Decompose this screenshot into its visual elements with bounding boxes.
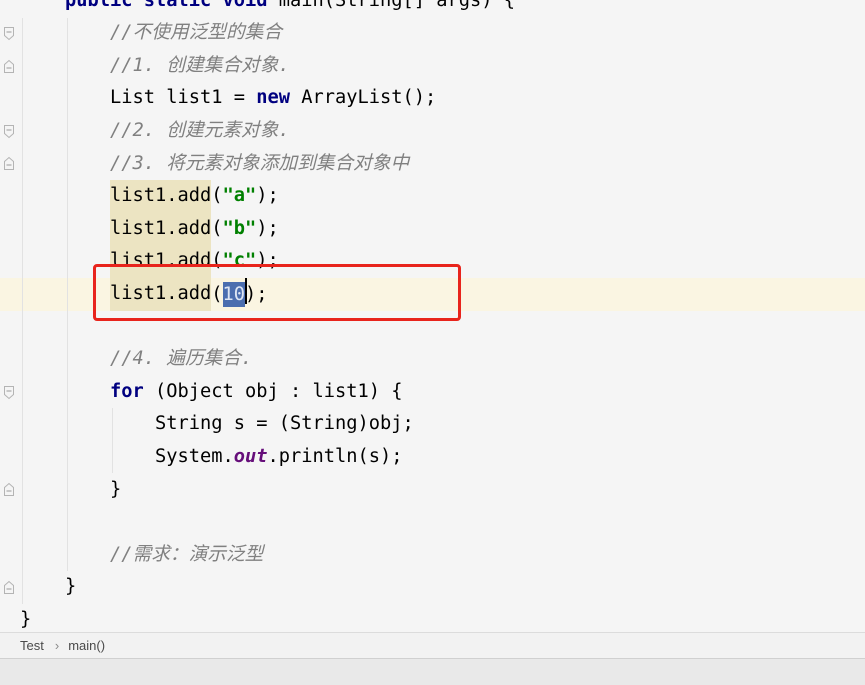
code-keyword: for [110,380,144,402]
fold-start-icon[interactable] [3,124,15,139]
code-text: System. [155,445,234,467]
fold-end-icon[interactable] [3,156,15,171]
code-line[interactable]: //4. 遍历集合. [20,343,865,376]
code-comment: //4. 遍历集合. [110,348,253,370]
code-static-field: out [233,445,268,467]
code-line[interactable]: List list1 = new ArrayList(); [20,82,865,115]
fold-start-icon[interactable] [3,26,15,41]
code-text: ArrayList(); [290,87,437,109]
status-bar [0,658,865,685]
usage-highlight: list1.add [110,212,212,246]
code-keyword: new [256,87,291,109]
code-line[interactable]: String s = (String)obj; [20,408,865,441]
code-line[interactable]: //3. 将元素对象添加到集合对象中 [20,148,865,181]
code-text: } [110,478,122,500]
fold-end-icon[interactable] [3,580,15,595]
code-line[interactable]: for (Object obj : list1) { [20,376,865,409]
code-text: String s = (String)obj; [155,413,414,435]
code-line[interactable]: } [20,604,865,632]
code-line[interactable]: list1.add("b"); [20,212,865,246]
code-comment: //3. 将元素对象添加到集合对象中 [110,152,410,174]
code-keyword: public static void [65,0,268,11]
code-line[interactable]: System.out.println(s); [20,441,865,474]
code-text: ( [211,217,223,239]
breadcrumb-item-class[interactable]: Test [20,638,44,653]
code-comment: //不使用泛型的集合 [110,22,283,44]
code-line[interactable]: //2. 创建元素对象. [20,115,865,148]
code-line[interactable]: //1. 创建集合对象. [20,50,865,83]
breadcrumb-item-method[interactable]: main() [68,638,105,653]
breadcrumb-separator-icon: › [54,638,60,653]
code-text: } [65,576,77,598]
fold-start-icon[interactable] [3,385,15,400]
code-line[interactable]: //需求：演示泛型 [20,539,865,572]
code-line[interactable] [20,506,865,539]
code-line[interactable]: list1.add("a"); [20,180,865,213]
code-string: "b" [222,217,257,239]
code-editor[interactable]: public static void main(String[] args) {… [0,0,865,632]
code-text: List list1 = [110,87,257,109]
code-text: .println(s); [267,445,403,467]
code-text: ); [256,185,279,207]
code-text: ); [256,217,279,239]
code-line[interactable]: public static void main(String[] args) { [20,0,865,17]
code-comment: //需求：演示泛型 [110,543,264,565]
code-line[interactable]: } [20,474,865,507]
code-line[interactable]: } [20,571,865,604]
usage-highlight: list1.add [110,180,212,213]
fold-end-icon[interactable] [3,59,15,74]
code-comment: //2. 创建元素对象. [110,119,290,141]
breadcrumb: Test › main() [0,632,865,658]
code-comment: //1. 创建集合对象. [110,54,290,76]
code-line[interactable]: //不使用泛型的集合 [20,17,865,50]
code-text: ( [211,185,223,207]
code-string: "a" [222,185,257,207]
code-text: (Object obj : list1) { [143,380,403,402]
code-text: } [20,608,32,630]
annotation-highlight-box [93,264,461,321]
code-text: main(String[] args) { [267,0,516,11]
fold-end-icon[interactable] [3,482,15,497]
